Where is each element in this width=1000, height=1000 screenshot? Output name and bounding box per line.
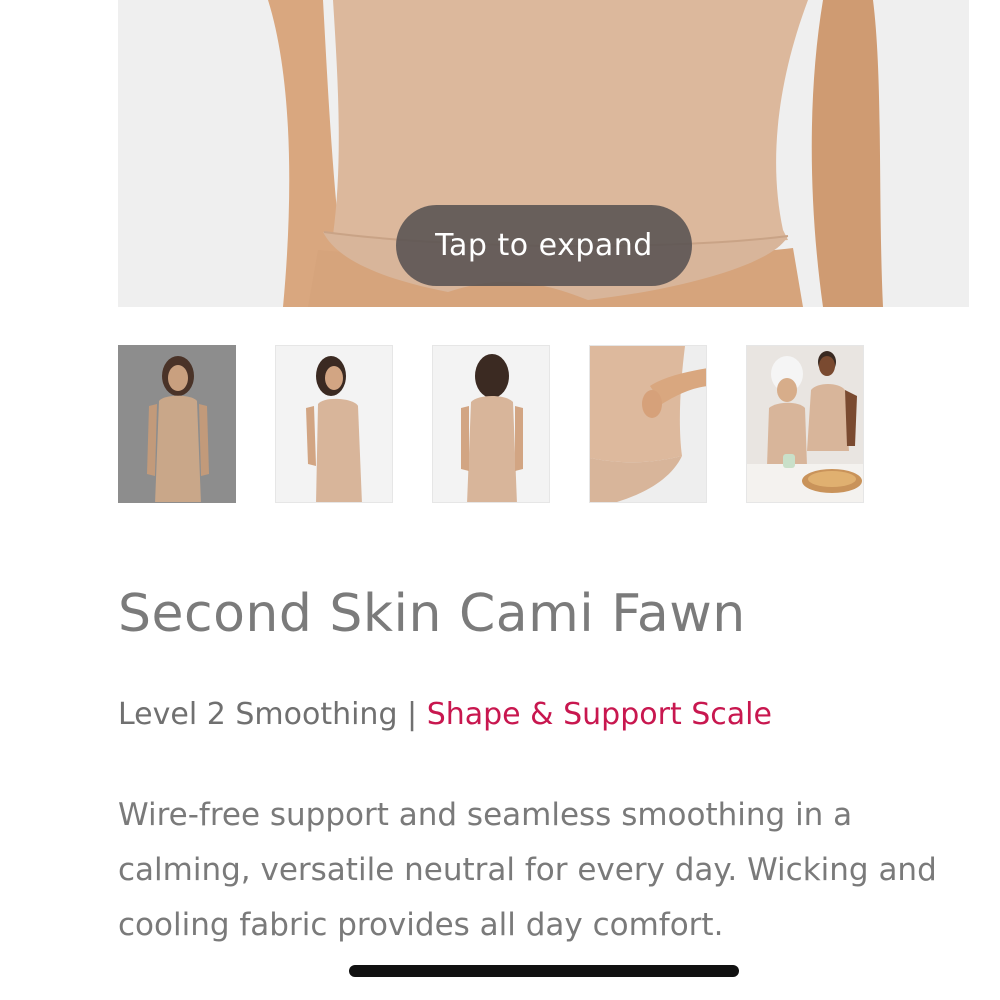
model-front-image xyxy=(119,346,235,502)
lifestyle-image xyxy=(747,346,863,502)
fabric-detail-image xyxy=(590,346,706,502)
thumbnail-model-back[interactable] xyxy=(432,345,550,503)
tap-to-expand-button[interactable]: Tap to expand xyxy=(396,205,692,286)
thumbnail-strip xyxy=(118,345,878,505)
thumbnail-lifestyle[interactable] xyxy=(746,345,864,503)
thumbnail-fabric-detail[interactable] xyxy=(589,345,707,503)
model-back-image xyxy=(433,346,549,502)
model-side-image xyxy=(276,346,392,502)
product-title: Second Skin Cami Fawn xyxy=(118,584,746,644)
product-hero-image[interactable]: Tap to expand xyxy=(118,0,969,307)
thumbnail-model-side[interactable] xyxy=(275,345,393,503)
separator: | xyxy=(407,697,418,732)
thumbnail-model-front[interactable] xyxy=(118,345,236,503)
shape-support-scale-link[interactable]: Shape & Support Scale xyxy=(427,697,772,732)
smoothing-info: Level 2 Smoothing | Shape & Support Scal… xyxy=(118,697,772,732)
smoothing-level-label: Level 2 Smoothing xyxy=(118,697,398,732)
product-description: Wire-free support and seamless smoothing… xyxy=(118,797,937,943)
home-indicator[interactable] xyxy=(349,965,739,977)
